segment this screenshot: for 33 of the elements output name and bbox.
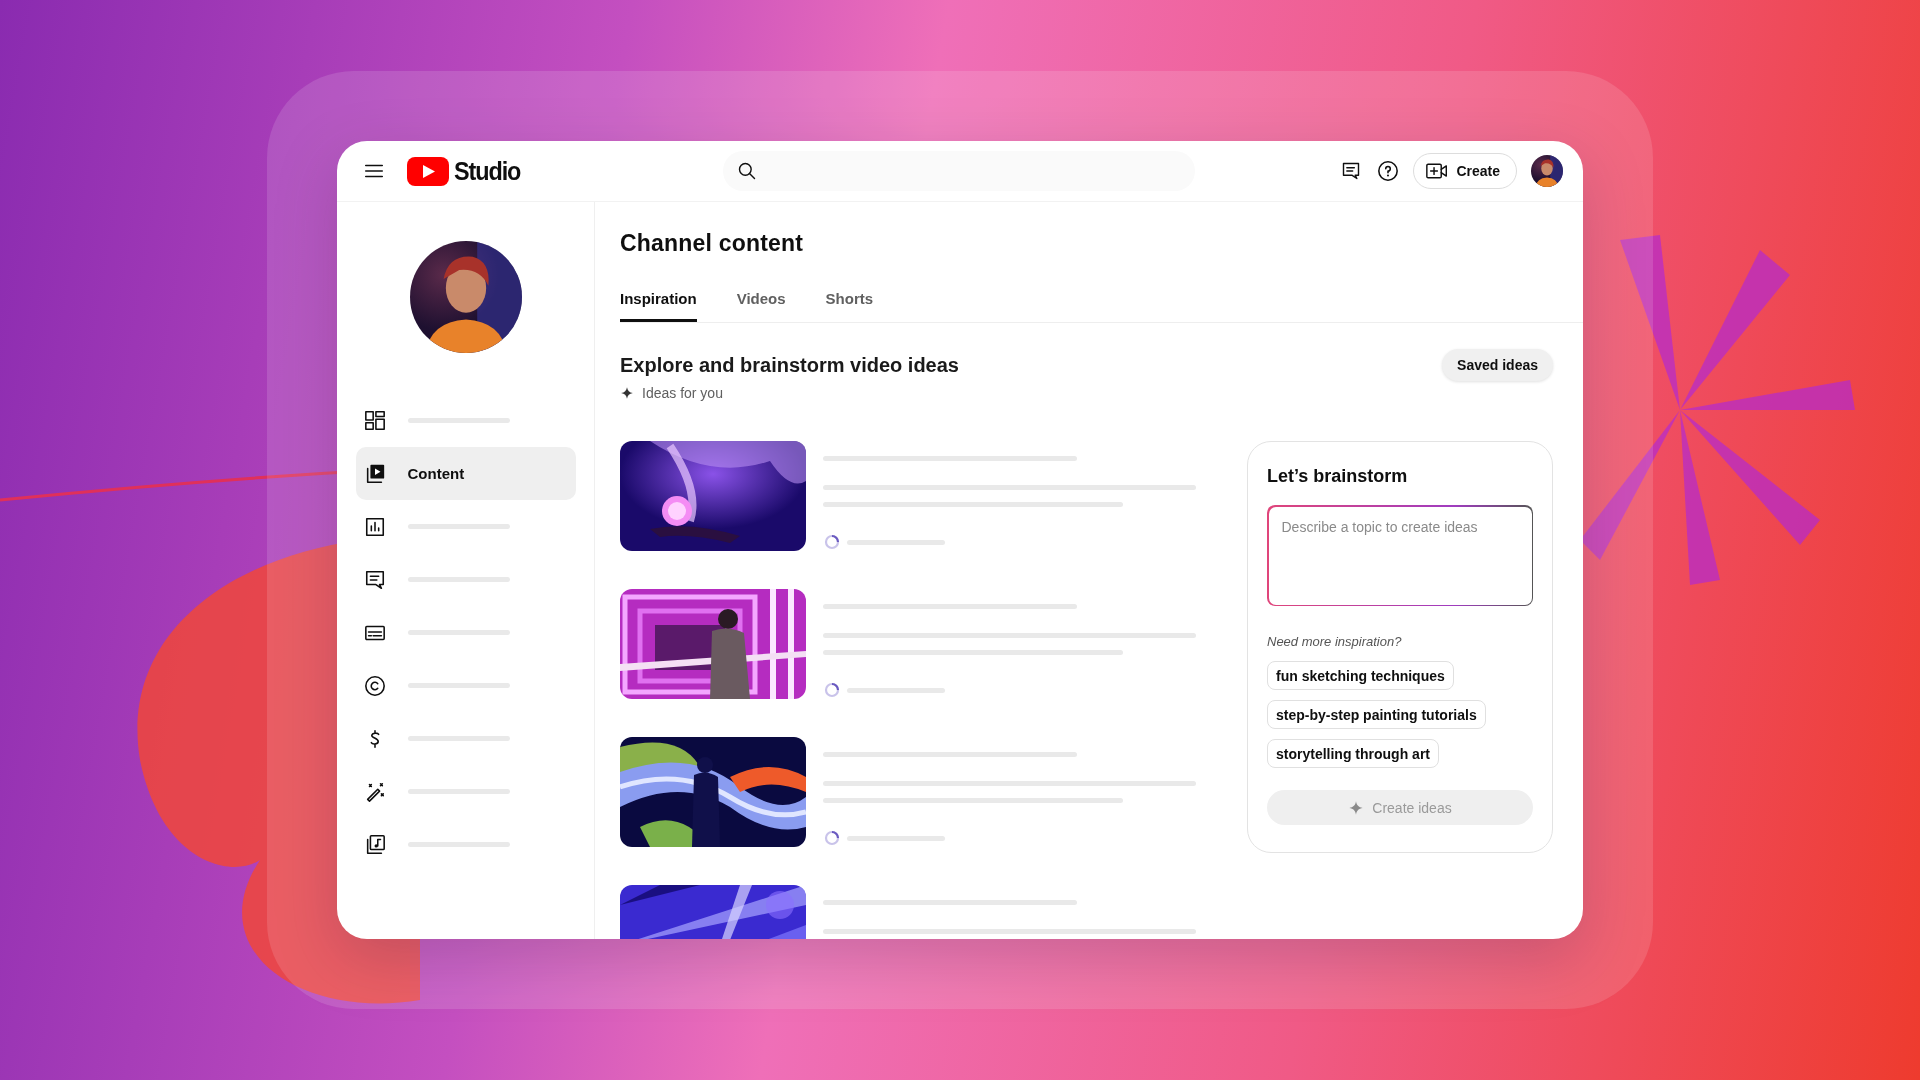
create-button[interactable]: Create [1413, 153, 1517, 189]
loading-spinner-icon [824, 830, 840, 846]
dashboard-icon [363, 409, 386, 432]
video-add-icon [1426, 162, 1449, 180]
topic-field[interactable]: Describe a topic to create ideas [1267, 505, 1533, 606]
suggestion-chip[interactable]: storytelling through art [1267, 739, 1439, 768]
suggestion-chip[interactable]: step-by-step painting tutorials [1267, 700, 1486, 729]
nav-item[interactable]: Content [355, 447, 576, 500]
comment-icon [1341, 161, 1362, 181]
help-icon [1377, 160, 1400, 182]
avatar [1531, 155, 1563, 187]
comment-icon [363, 568, 386, 591]
subtitle: Ideas for you [642, 385, 723, 401]
loading-spinner-icon [824, 682, 840, 698]
loading-spinner-icon [824, 534, 840, 550]
section-title: Explore and brainstorm video ideas [620, 353, 959, 377]
search-field[interactable] [722, 151, 1195, 191]
help-button[interactable] [1377, 160, 1400, 182]
suggestion-chip[interactable]: fun sketching techniques [1267, 661, 1454, 690]
page-title: Channel content [620, 230, 805, 257]
copyright-icon [363, 674, 386, 697]
bar-chart-icon [363, 515, 386, 538]
hint-text: Need more inspiration? [1267, 634, 1403, 649]
tab[interactable]: Shorts [825, 290, 874, 322]
play-logo-icon [407, 156, 449, 186]
logo-text: Studio [454, 155, 521, 187]
sparkle-icon [620, 386, 634, 400]
panel-title: Let’s brainstorm [1267, 466, 1409, 487]
saved-ideas-button[interactable]: Saved ideas [1442, 349, 1553, 381]
feedback-button[interactable] [1341, 161, 1362, 181]
tab[interactable]: Inspiration [620, 290, 697, 322]
search-icon [736, 161, 757, 181]
tab[interactable]: Videos [736, 290, 786, 322]
